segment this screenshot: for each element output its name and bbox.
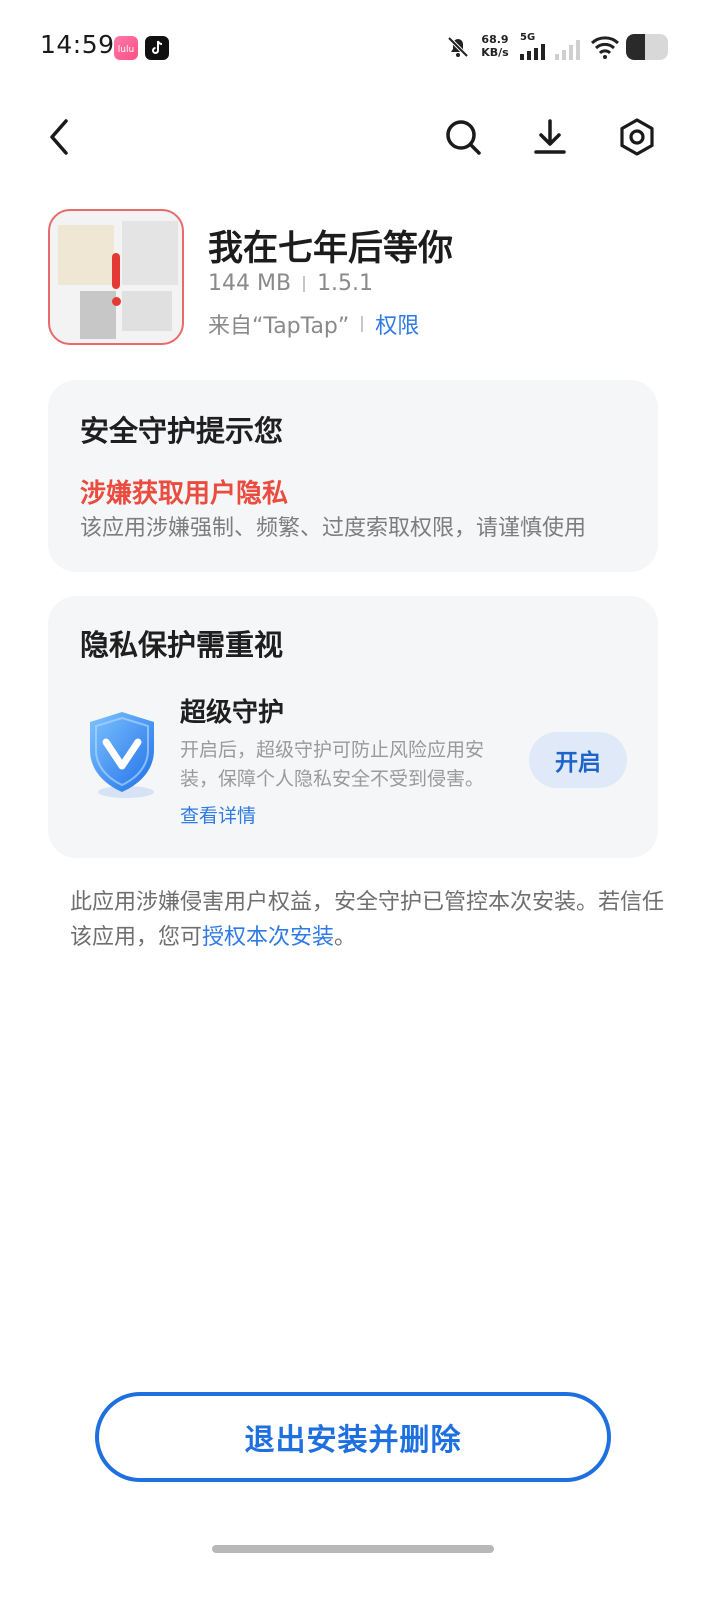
app-icon (48, 209, 184, 345)
wifi-icon (590, 34, 620, 64)
status-time: 14:59 (40, 30, 115, 59)
protection-title: 超级守护 (180, 698, 285, 728)
authorize-install-link[interactable]: 授权本次安装 (202, 925, 334, 950)
app-notification-icon: lulu (114, 36, 138, 60)
search-icon[interactable] (438, 112, 488, 162)
permissions-link[interactable]: 权限 (375, 308, 419, 340)
signal-icon (520, 44, 548, 64)
app-meta: 144 MB 1.5.1 (208, 271, 373, 296)
card-title: 隐私保护需重视 (80, 628, 284, 662)
exit-and-delete-button[interactable]: 退出安装并删除 (95, 1392, 611, 1482)
install-notice: 此应用涉嫌侵害用户权益，安全守护已管控本次安装。若信任该应用，您可授权本次安装。 (70, 885, 670, 955)
notice-text: 此应用涉嫌侵害用户权益，安全守护已管控本次安装。若信任该应用，您可 (70, 890, 665, 950)
security-warning-card: 安全守护提示您 涉嫌获取用户隐私 该应用涉嫌强制、频繁、过度索取权限，请谨慎使用 (48, 380, 658, 572)
view-details-link[interactable]: 查看详情 (180, 801, 256, 828)
app-size: 144 MB (208, 271, 292, 296)
protection-description: 开启后，超级守护可防止风险应用安装，保障个人隐私安全不受到侵害。 (180, 739, 485, 790)
status-bar: 14:59 lulu 68.9 KB/s 5G (0, 0, 720, 92)
battery-icon (626, 34, 668, 60)
alert-icon (110, 253, 122, 306)
tiktok-icon (145, 36, 169, 60)
settings-icon[interactable] (612, 112, 662, 162)
warning-description: 该应用涉嫌强制、频繁、过度索取权限，请谨慎使用 (80, 516, 587, 541)
divider (303, 275, 306, 292)
notice-suffix: 。 (334, 925, 357, 950)
network-speed: 68.9 KB/s (481, 33, 509, 59)
app-version: 1.5.1 (317, 271, 374, 296)
card-title: 安全守护提示您 (80, 414, 284, 448)
app-source: 来自“TapTap” (208, 314, 350, 339)
bell-muted-icon (445, 34, 471, 64)
warning-title: 涉嫌获取用户隐私 (80, 479, 289, 509)
shield-icon (90, 712, 154, 798)
back-icon[interactable] (34, 112, 84, 162)
home-indicator[interactable] (212, 1545, 494, 1553)
signal-icon (555, 40, 583, 64)
app-name: 我在七年后等你 (208, 229, 454, 269)
network-type: 5G (520, 32, 536, 43)
app-source-row: 来自“TapTap” 权限 (208, 308, 419, 340)
download-icon[interactable] (525, 112, 575, 162)
svg-text:lulu: lulu (118, 45, 134, 55)
enable-button[interactable]: 开启 (529, 732, 627, 788)
privacy-protection-card: 隐私保护需重视 超级守护 开启后，超级守护可防止风险应用安装，保障个人隐私安全不… (48, 596, 658, 858)
divider (361, 316, 364, 332)
